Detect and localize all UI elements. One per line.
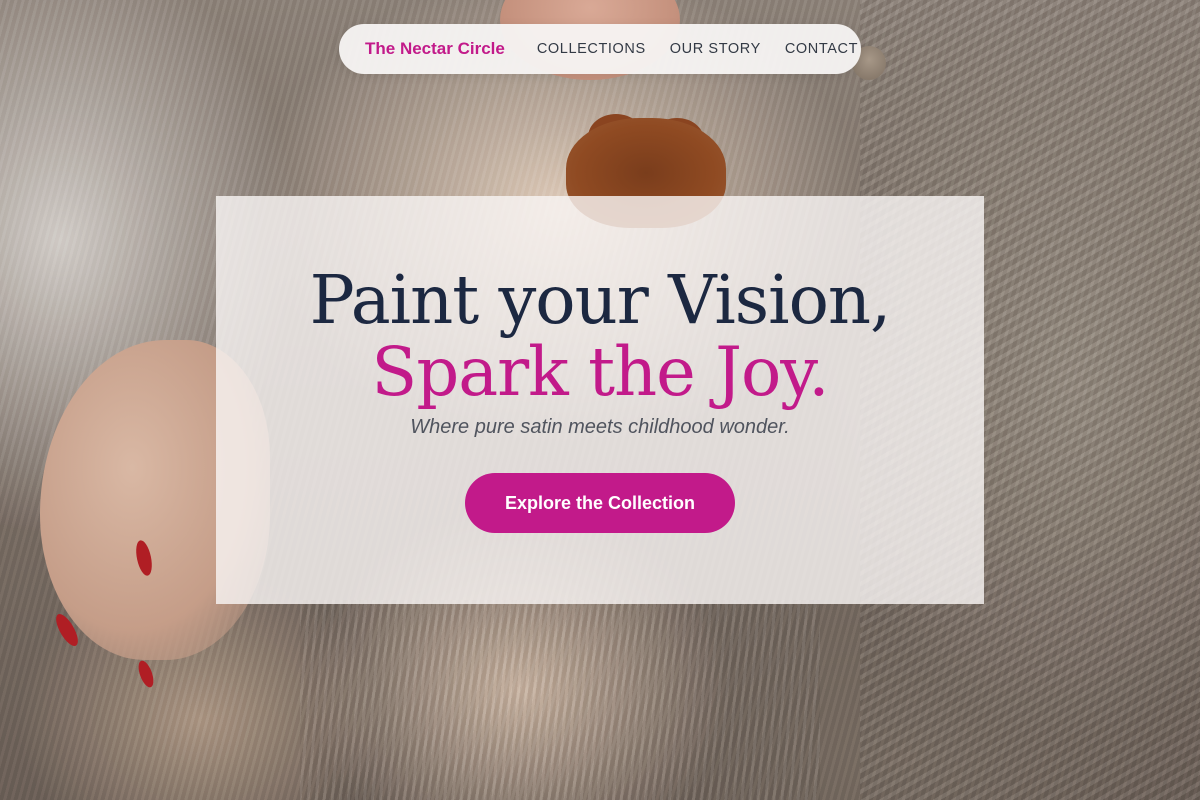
hero-headline: Paint your Vision, Spark the Joy. bbox=[216, 196, 984, 408]
knit-leggings bbox=[300, 600, 820, 800]
top-navigation: The Nectar Circle COLLECTIONS OUR STORY … bbox=[339, 24, 861, 74]
hero-card: Paint your Vision, Spark the Joy. Where … bbox=[216, 196, 984, 604]
nav-link-our-story[interactable]: OUR STORY bbox=[670, 41, 761, 57]
headline-line-2: Spark the Joy. bbox=[371, 333, 829, 411]
headline-line-1: Paint your Vision, bbox=[309, 261, 892, 339]
explore-collection-button[interactable]: Explore the Collection bbox=[465, 473, 735, 533]
hero-tagline: Where pure satin meets childhood wonder. bbox=[410, 416, 790, 438]
nav-link-collections[interactable]: COLLECTIONS bbox=[537, 41, 646, 57]
nav-link-contact[interactable]: CONTACT bbox=[785, 41, 858, 57]
nav-links: COLLECTIONS OUR STORY CONTACT bbox=[537, 41, 858, 57]
brand-logo-link[interactable]: The Nectar Circle bbox=[365, 39, 505, 59]
